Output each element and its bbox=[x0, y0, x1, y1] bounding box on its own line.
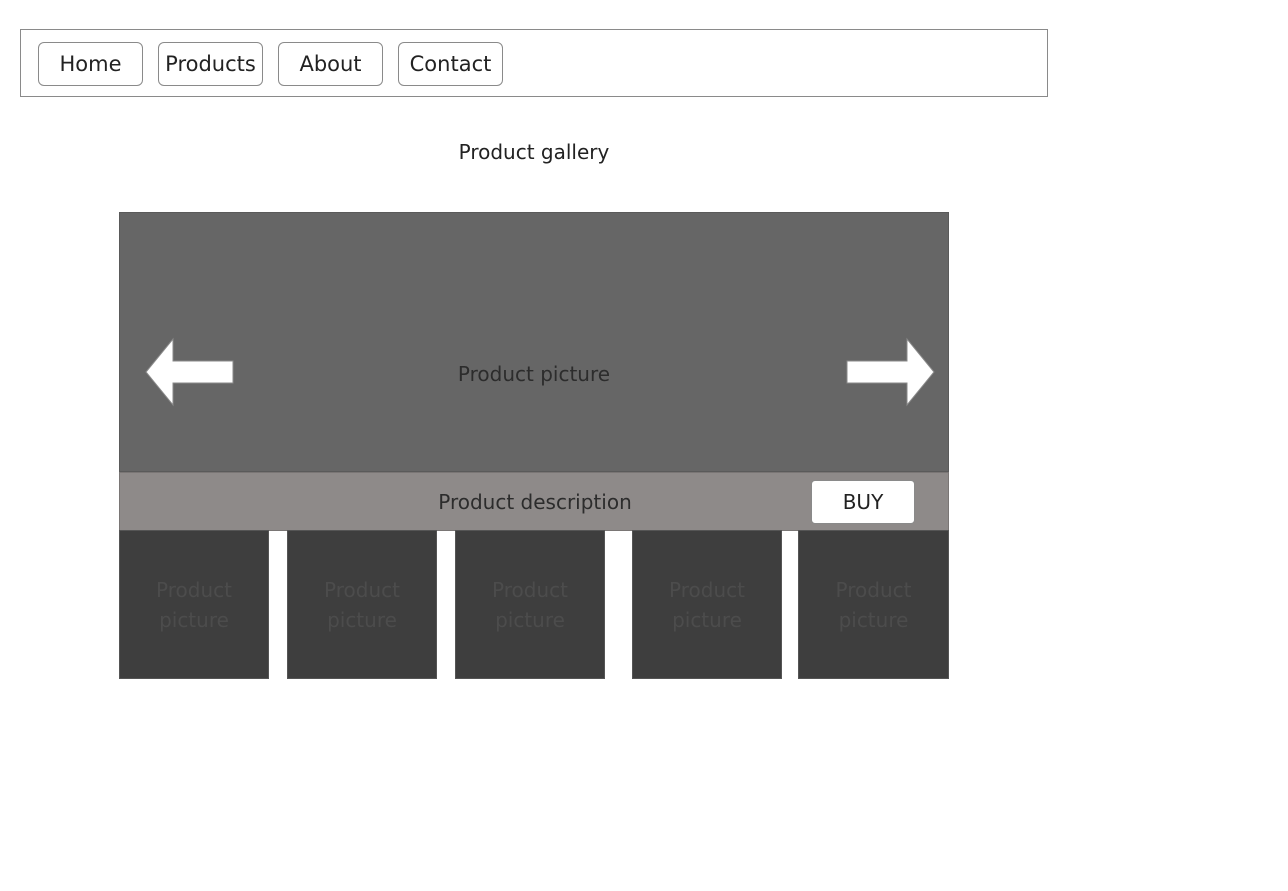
thumbnail-label-line2: picture bbox=[327, 608, 397, 632]
thumbnail-5[interactable]: Product picture bbox=[798, 530, 949, 679]
thumbnail-label-line1: Product bbox=[835, 578, 912, 602]
thumbnail-label: Product picture bbox=[120, 575, 268, 635]
nav-home-button[interactable]: Home bbox=[38, 42, 143, 86]
thumbnail-label-line1: Product bbox=[324, 578, 400, 602]
main-product-picture-label: Product picture bbox=[457, 362, 611, 386]
thumbnail-label-line2: picture bbox=[159, 608, 229, 632]
nav-contact-button[interactable]: Contact bbox=[398, 42, 503, 86]
thumbnail-2[interactable]: Product picture bbox=[287, 530, 437, 679]
buy-button[interactable]: BUY bbox=[811, 480, 915, 524]
thumbnail-label-line2: picture bbox=[838, 608, 909, 632]
thumbnail-label-line1: Product bbox=[669, 578, 745, 602]
thumbnail-label: Product picture bbox=[799, 575, 948, 635]
arrow-right-icon[interactable] bbox=[844, 337, 936, 407]
thumbnail-label: Product picture bbox=[456, 575, 604, 635]
thumbnail-label: Product picture bbox=[288, 575, 436, 635]
thumbnail-label-line2: picture bbox=[495, 608, 565, 632]
main-product-picture: Product picture bbox=[119, 212, 949, 472]
nav-products-button[interactable]: Products bbox=[158, 42, 263, 86]
nav-about-button[interactable]: About bbox=[278, 42, 383, 86]
thumbnail-label: Product picture bbox=[633, 575, 781, 635]
thumbnail-label-line1: Product bbox=[156, 578, 232, 602]
product-description-bar: Product description BUY bbox=[119, 472, 949, 531]
thumbnail-label-line2: picture bbox=[672, 608, 742, 632]
thumbnail-label-line1: Product bbox=[492, 578, 568, 602]
thumbnail-4[interactable]: Product picture bbox=[632, 530, 782, 679]
page-title: Product gallery bbox=[458, 140, 610, 164]
top-nav-bar: Home Products About Contact bbox=[20, 29, 1048, 97]
thumbnail-1[interactable]: Product picture bbox=[119, 530, 269, 679]
thumbnail-3[interactable]: Product picture bbox=[455, 530, 605, 679]
arrow-right-icon-svg bbox=[846, 337, 935, 407]
